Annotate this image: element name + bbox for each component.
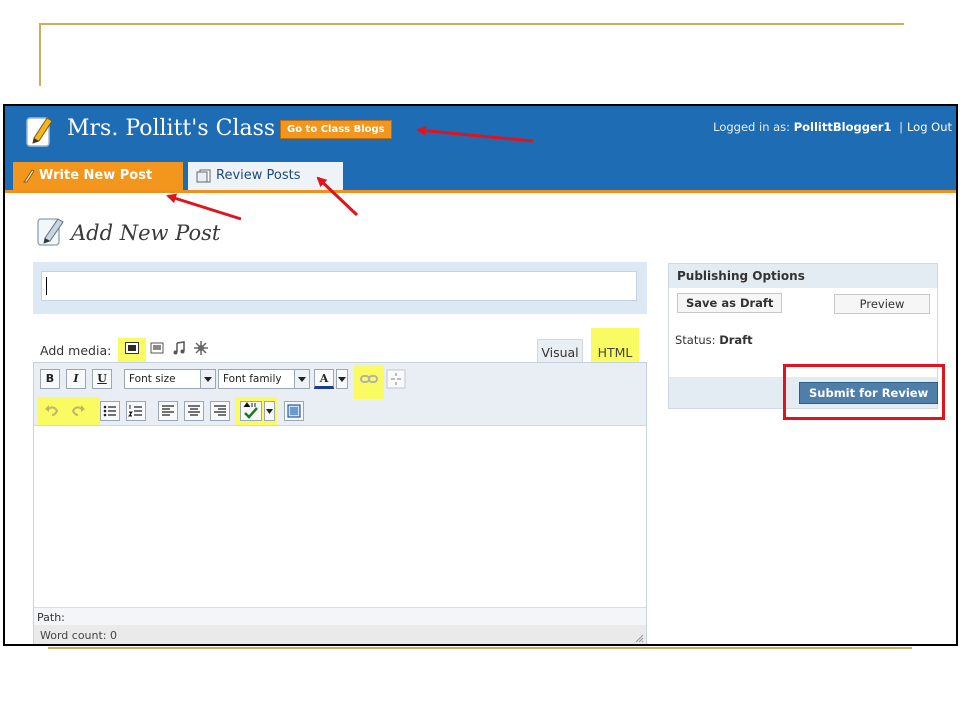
tab-write-new-post[interactable]: Write New Post [13, 162, 183, 190]
numbered-list-icon[interactable] [126, 401, 146, 421]
pencil-icon [23, 168, 35, 182]
italic-button[interactable]: I [66, 369, 86, 389]
editor-path-bar: Path: [34, 607, 646, 625]
logged-in-label: Logged in as: [713, 120, 791, 134]
header-bottom-border [5, 190, 956, 193]
admin-header: Mrs. Pollitt's Class Go to Class Blogs L… [5, 106, 956, 190]
title-container [33, 262, 647, 314]
bullet-list-icon[interactable] [100, 401, 120, 421]
pencil-logo-icon [26, 117, 53, 147]
add-video-icon[interactable] [149, 340, 165, 356]
slide-left-rule [39, 23, 41, 86]
tab-review-label: Review Posts [216, 168, 301, 183]
blog-title: Mrs. Pollitt's Class [67, 116, 276, 141]
tab-review-posts[interactable]: Review Posts [188, 162, 343, 190]
editor-area: B I U Font size Font family A Path: Word… [33, 362, 647, 644]
logout-link[interactable]: Log Out [907, 120, 952, 134]
chevron-down-icon[interactable] [264, 401, 275, 421]
spellcheck-icon[interactable] [240, 401, 262, 421]
path-label: Path: [37, 611, 65, 624]
slide-bottom-rule [48, 647, 912, 649]
font-family-value: Font family [223, 373, 282, 385]
underline-button[interactable]: U [92, 369, 112, 389]
editor-toolbar: B I U Font size Font family A [34, 363, 646, 426]
align-right-icon[interactable] [210, 401, 230, 421]
post-icon [37, 218, 64, 246]
align-left-icon[interactable] [158, 401, 178, 421]
font-size-select[interactable]: Font size [124, 369, 216, 389]
post-status: Status: Draft [675, 333, 753, 347]
documents-icon [196, 169, 211, 182]
save-as-draft-button[interactable]: Save as Draft [677, 293, 783, 313]
bold-button[interactable]: B [40, 369, 60, 389]
publishing-options-header: Publishing Options [669, 264, 937, 288]
align-center-icon[interactable] [184, 401, 204, 421]
add-image-icon[interactable] [124, 340, 140, 356]
page-heading: Add New Post [35, 214, 220, 252]
status-label: Status: [675, 333, 716, 347]
add-media-label: Add media: [40, 343, 112, 358]
chevron-down-icon [200, 370, 215, 388]
word-count: Word count: 0 [34, 625, 646, 644]
font-size-value: Font size [129, 373, 176, 385]
go-to-class-blogs-button[interactable]: Go to Class Blogs [280, 120, 392, 139]
tab-visual[interactable]: Visual [537, 339, 583, 364]
font-family-select[interactable]: Font family [218, 369, 310, 389]
tab-write-label: Write New Post [39, 168, 153, 183]
post-title-input[interactable] [41, 271, 637, 301]
submit-annotation-box [783, 364, 945, 420]
text-color-dropdown[interactable] [336, 369, 348, 389]
add-audio-icon[interactable] [171, 340, 187, 356]
add-media-star-icon[interactable] [193, 340, 209, 356]
status-value: Draft [719, 333, 753, 347]
text-caret [46, 277, 47, 295]
slide-top-rule [39, 23, 904, 25]
text-color-button[interactable]: A [314, 369, 334, 389]
user-info: Logged in as: PollittBlogger1 | Log Out [713, 120, 952, 134]
resize-handle-icon[interactable] [634, 633, 644, 643]
unlink-icon[interactable] [386, 369, 406, 389]
undo-icon[interactable] [42, 401, 62, 421]
preview-button[interactable]: Preview [834, 294, 930, 314]
chevron-down-icon [338, 377, 346, 382]
fullscreen-icon[interactable] [284, 401, 304, 421]
username: PollittBlogger1 [793, 120, 892, 134]
user-separator: | [899, 120, 903, 134]
page-title: Add New Post [71, 221, 221, 245]
chevron-down-icon [294, 370, 309, 388]
screenshot-frame: Mrs. Pollitt's Class Go to Class Blogs L… [3, 104, 958, 646]
redo-icon[interactable] [68, 401, 88, 421]
link-icon[interactable] [360, 371, 378, 387]
